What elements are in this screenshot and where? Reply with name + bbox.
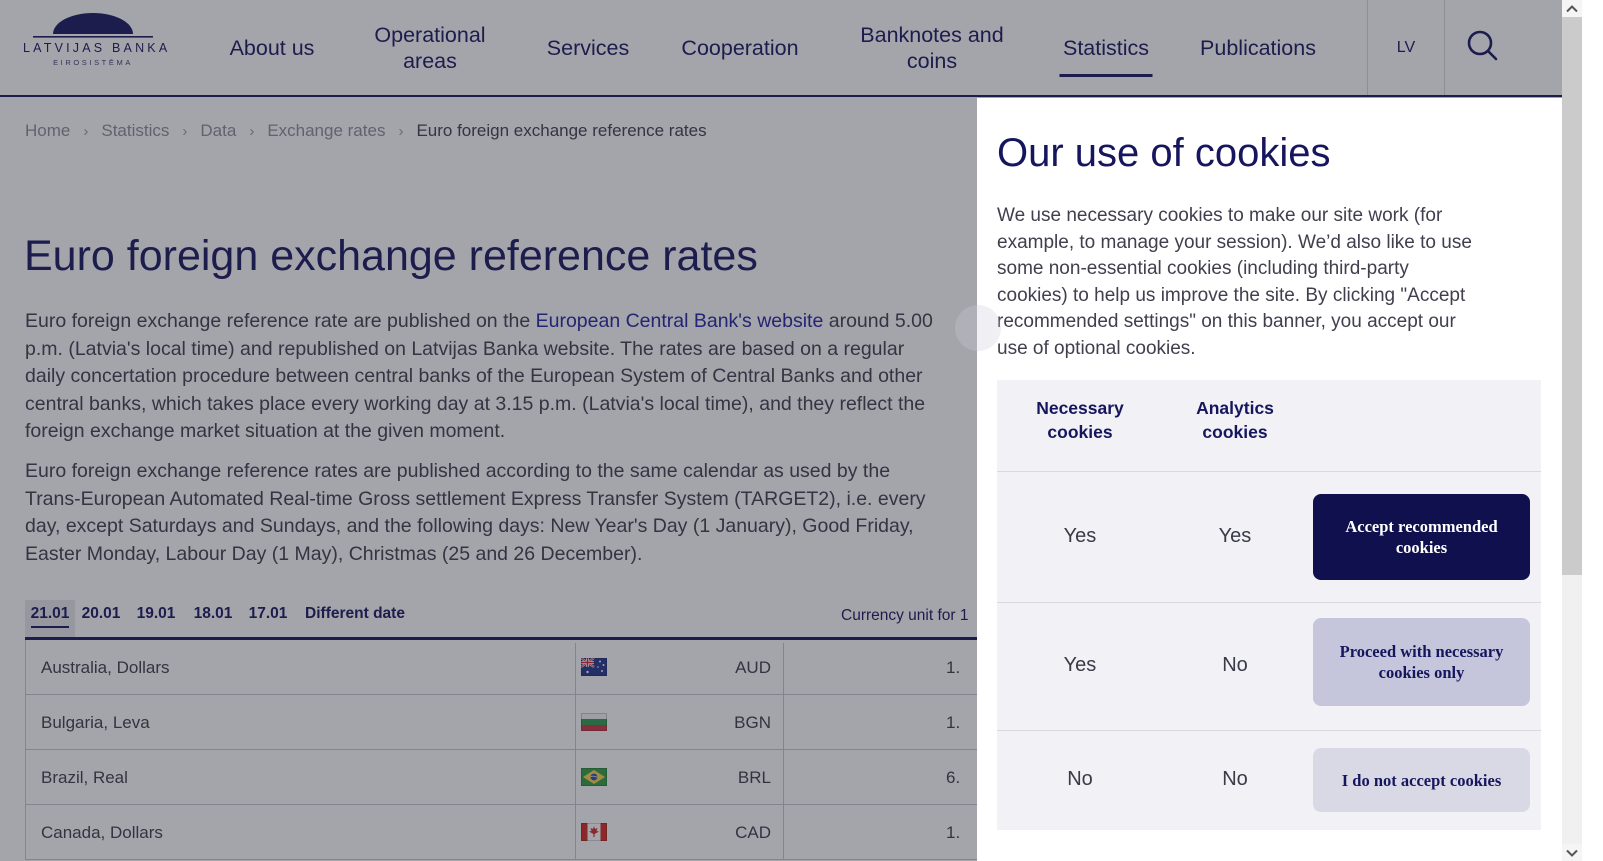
- analytics-cookies-value: Yes: [1219, 525, 1252, 548]
- vertical-scrollbar[interactable]: [1562, 0, 1582, 861]
- necessary-cookies-value: Yes: [1064, 525, 1097, 548]
- cookie-dialog-text: We use necessary cookies to make our sit…: [997, 203, 1479, 362]
- panel-separator: [997, 602, 1541, 603]
- browser-viewport: LATVIJAS BANKA EIROSISTĒMA About usOpera…: [0, 0, 1603, 861]
- scrollbar-thumb[interactable]: [1562, 17, 1582, 575]
- cookie-options-panel: Necessary cookies Analytics cookies Yes Y…: [997, 380, 1541, 830]
- analytics-cookies-header: Analytics cookies: [1170, 396, 1300, 444]
- analytics-cookies-value: No: [1222, 654, 1248, 677]
- decorative-circle: [955, 305, 1001, 351]
- scroll-up-icon: [1566, 5, 1578, 13]
- scroll-down-icon: [1566, 849, 1578, 857]
- accept-recommended-cookies-button[interactable]: Accept recommended cookies: [1313, 494, 1530, 580]
- necessary-cookies-value: No: [1067, 768, 1093, 791]
- proceed-with-necessary-cookies-only-button[interactable]: Proceed with necessary cookies only: [1313, 618, 1530, 706]
- necessary-cookies-value: Yes: [1064, 654, 1097, 677]
- panel-separator: [997, 471, 1541, 472]
- necessary-cookies-header: Necessary cookies: [1015, 396, 1145, 444]
- i-do-not-accept-cookies-button[interactable]: I do not accept cookies: [1313, 748, 1530, 812]
- cookie-dialog-title: Our use of cookies: [997, 131, 1331, 176]
- analytics-cookies-value: No: [1222, 768, 1248, 791]
- cookie-consent-dialog: Our use of cookies We use necessary cook…: [977, 98, 1562, 861]
- scroll-up-button[interactable]: [1562, 0, 1582, 17]
- window-right-margin: [1582, 0, 1603, 861]
- panel-separator: [997, 730, 1541, 731]
- scroll-down-button[interactable]: [1562, 844, 1582, 861]
